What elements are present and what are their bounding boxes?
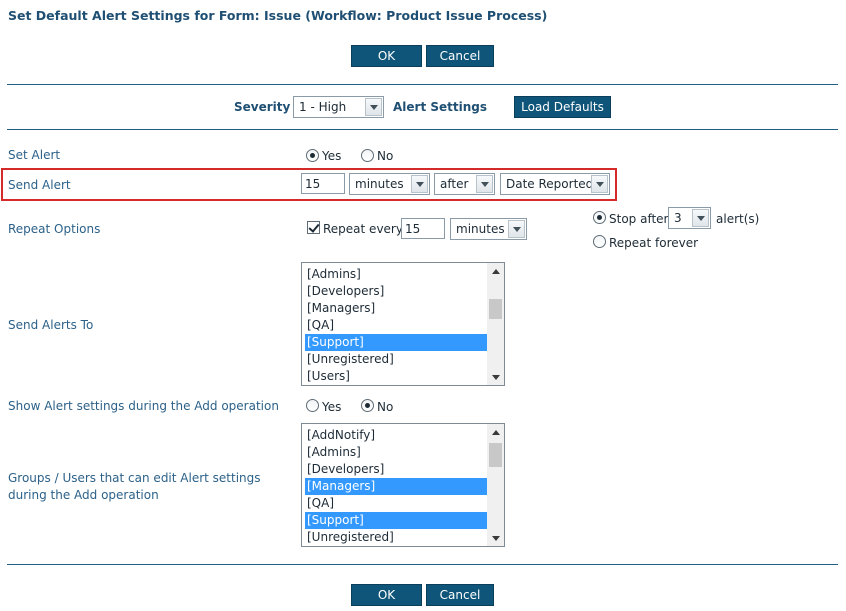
repeat-unit-select[interactable]: minutes: [450, 218, 527, 240]
chevron-down-icon: [365, 98, 382, 116]
send-alert-label: Send Alert: [8, 178, 71, 192]
send-alert-unit-select[interactable]: minutes: [349, 173, 430, 195]
ok-button-top[interactable]: OK: [351, 45, 422, 67]
divider-top: [7, 84, 838, 85]
send-alerts-to-label: Send Alerts To: [8, 318, 94, 332]
show-alert-no-label: No: [377, 400, 394, 414]
set-alert-no-label: No: [377, 149, 394, 163]
divider-bottom: [7, 564, 838, 565]
scroll-down-icon[interactable]: [487, 530, 504, 546]
show-alert-no-radio[interactable]: [361, 399, 374, 412]
page-title: Set Default Alert Settings for Form: Iss…: [8, 8, 548, 23]
stop-after-label: Stop after: [609, 212, 669, 226]
send-alerts-to-scrollbar[interactable]: [487, 263, 504, 385]
list-item[interactable]: [Unregistered]: [305, 351, 487, 368]
severity-select[interactable]: 1 - High: [293, 96, 384, 118]
load-defaults-button[interactable]: Load Defaults: [514, 96, 611, 118]
scroll-thumb[interactable]: [489, 443, 502, 467]
list-item[interactable]: [Unregistered]: [305, 529, 487, 546]
alert-settings-label: Alert Settings: [393, 100, 488, 114]
chevron-down-icon: [591, 175, 608, 193]
groups-users-label-line1: Groups / Users that can edit Alert setti…: [8, 471, 261, 485]
set-alert-no-radio[interactable]: [361, 149, 374, 162]
repeat-unit-value: minutes: [456, 222, 505, 236]
send-alert-field-value: Date Reported: [506, 177, 594, 191]
send-alert-relation-select[interactable]: after: [434, 173, 495, 195]
chevron-down-icon: [692, 209, 709, 227]
list-item[interactable]: [Developers]: [305, 461, 487, 478]
send-alert-number-input[interactable]: 15: [301, 173, 345, 194]
set-alert-yes-label: Yes: [322, 149, 342, 163]
groups-users-label-line2: during the Add operation: [8, 488, 159, 502]
send-alert-unit-value: minutes: [355, 177, 404, 191]
scroll-up-icon[interactable]: [487, 424, 504, 440]
chevron-down-icon: [476, 175, 493, 193]
repeat-every-number-input[interactable]: 15: [401, 218, 445, 239]
send-alerts-to-listbox[interactable]: [Admins] [Developers] [Managers] [QA] [S…: [301, 262, 505, 386]
chevron-down-icon: [508, 220, 525, 238]
scroll-up-icon[interactable]: [487, 263, 504, 279]
stop-after-count-value: 3: [674, 211, 682, 225]
scroll-down-icon[interactable]: [487, 369, 504, 385]
set-alert-label: Set Alert: [8, 148, 61, 162]
list-item[interactable]: [Admins]: [305, 444, 487, 461]
show-alert-settings-label: Show Alert settings during the Add opera…: [8, 399, 279, 413]
repeat-forever-label: Repeat forever: [609, 236, 699, 250]
list-item-selected[interactable]: [Support]: [305, 334, 487, 351]
send-alert-relation-value: after: [440, 177, 469, 191]
list-item[interactable]: [Developers]: [305, 283, 487, 300]
groups-users-listbox[interactable]: [AddNotify] [Admins] [Developers] [Manag…: [301, 423, 505, 547]
set-alert-yes-radio[interactable]: [306, 149, 319, 162]
repeat-every-label: Repeat every: [323, 222, 403, 236]
groups-users-scrollbar[interactable]: [487, 424, 504, 546]
ok-button-bottom[interactable]: OK: [351, 584, 422, 606]
alerts-suffix-label: alert(s): [716, 212, 760, 226]
repeat-forever-radio[interactable]: [593, 235, 606, 248]
send-alert-field-select[interactable]: Date Reported: [500, 173, 610, 195]
repeat-options-label: Repeat Options: [8, 222, 101, 236]
list-item[interactable]: [QA]: [305, 495, 487, 512]
repeat-every-checkbox[interactable]: [307, 221, 320, 234]
cancel-button-top[interactable]: Cancel: [426, 45, 494, 67]
list-item[interactable]: [QA]: [305, 317, 487, 334]
divider-severity: [7, 129, 838, 130]
list-item[interactable]: [Admins]: [305, 266, 487, 283]
show-alert-yes-radio[interactable]: [306, 399, 319, 412]
severity-label: Severity: [234, 100, 291, 114]
stop-after-radio[interactable]: [593, 211, 606, 224]
list-item[interactable]: [Managers]: [305, 300, 487, 317]
scroll-thumb[interactable]: [489, 299, 502, 319]
chevron-down-icon: [411, 175, 428, 193]
list-item[interactable]: [Users]: [305, 368, 487, 385]
cancel-button-bottom[interactable]: Cancel: [426, 584, 494, 606]
severity-select-value: 1 - High: [299, 100, 347, 114]
show-alert-yes-label: Yes: [322, 400, 342, 414]
list-item-selected[interactable]: [Support]: [305, 512, 487, 529]
list-item[interactable]: [AddNotify]: [305, 427, 487, 444]
stop-after-count-select[interactable]: 3: [668, 207, 711, 229]
list-item-selected[interactable]: [Managers]: [305, 478, 487, 495]
